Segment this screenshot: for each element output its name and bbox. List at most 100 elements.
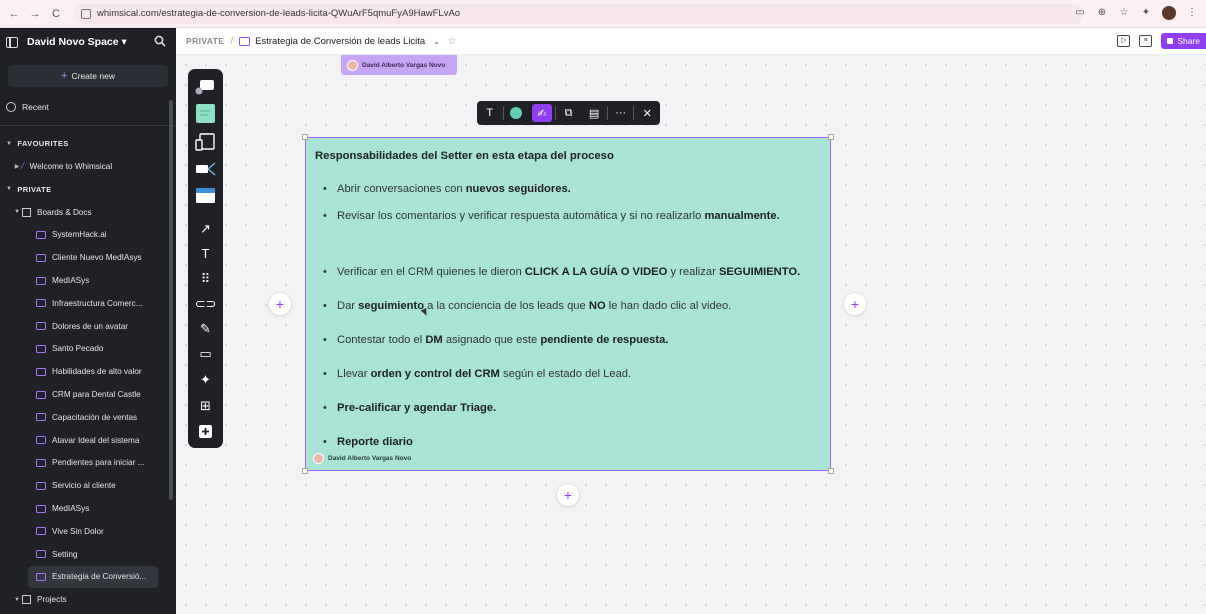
header-actions: ▷ ≡ Share — [1117, 33, 1206, 49]
pen-icon[interactable]: ✎ — [195, 318, 216, 339]
board-icon — [36, 367, 46, 376]
add-below-button[interactable]: + — [556, 483, 580, 507]
add-left-button[interactable]: + — [268, 292, 292, 316]
cast-icon[interactable]: ▭ — [1074, 7, 1086, 19]
bullet-dot: • — [323, 334, 327, 346]
sidebar-item[interactable]: MedIASys — [0, 269, 176, 292]
sidebar: David Novo Space ▾ + Create new Recent ▼… — [0, 28, 176, 614]
sidebar-item[interactable]: Setting — [0, 543, 176, 566]
ai-sparkle-icon[interactable]: ✦ — [195, 369, 216, 390]
bullet-text: Abrir conversaciones con nuevos seguidor… — [337, 181, 571, 198]
sidebar-scrollbar[interactable] — [169, 100, 173, 500]
section-tool-icon[interactable]: ▭ — [195, 343, 216, 364]
sticky-note[interactable]: Responsabilidades del Setter en esta eta… — [302, 134, 834, 474]
sidebar-item[interactable]: SystemHack.ai — [0, 224, 176, 247]
extensions-icon[interactable]: ✦ — [1140, 7, 1152, 19]
caret-down-icon: ▼ — [14, 209, 20, 216]
color-picker-button[interactable] — [504, 101, 530, 125]
sidebar-item-label: Projects — [37, 595, 67, 605]
chevron-down-icon[interactable]: ⌄ — [433, 37, 440, 46]
sidebar-folder-boards-docs[interactable]: ▼ Boards & Docs — [0, 201, 176, 224]
bookmark-star-icon[interactable]: ☆ — [1118, 7, 1130, 19]
sidebar-item-active[interactable]: Estrategia de Conversió... — [28, 565, 158, 589]
arrow-tool-icon[interactable]: ↗ — [195, 218, 216, 239]
sidebar-item-label: Dolores de un avatar — [52, 321, 129, 331]
sidebar-item-recent[interactable]: Recent — [0, 97, 176, 117]
resize-handle[interactable] — [828, 468, 834, 474]
section-favourites[interactable]: ▼ FAVOURITES — [0, 132, 176, 155]
sidebar-item[interactable]: Infraestructura Comerc... — [0, 292, 176, 315]
close-icon[interactable]: ✕ — [634, 101, 660, 125]
bullet-dot: • — [323, 210, 327, 222]
sticky-note-icon[interactable] — [195, 103, 216, 124]
more-options-icon[interactable]: ··· — [608, 101, 634, 125]
wireframe-icon[interactable] — [195, 132, 216, 153]
doc-card-icon[interactable] — [195, 185, 216, 206]
reload-button[interactable]: C — [49, 7, 63, 21]
board-icon — [36, 481, 46, 490]
sidebar-item[interactable]: Habilidades de alto valor — [0, 360, 176, 383]
menu-icon[interactable]: ⋮ — [1186, 7, 1198, 19]
sidebar-item[interactable]: Servicio al cliente — [0, 474, 176, 497]
site-settings-icon[interactable] — [81, 8, 91, 19]
template-tool-icon[interactable] — [195, 76, 216, 97]
sidebar-divider — [0, 125, 176, 126]
bullet-bold-text: pendiente de respuesta. — [540, 334, 669, 346]
board-title[interactable]: Estrategia de Conversión de leads Licita — [255, 36, 425, 47]
bullet-bold-text: nuevos seguidores. — [465, 183, 571, 195]
profile-avatar[interactable] — [1162, 6, 1176, 20]
forward-button[interactable]: → — [28, 7, 42, 21]
sidebar-item[interactable]: Cliente Nuevo MedIAsys — [0, 246, 176, 269]
share-button[interactable]: Share — [1161, 33, 1206, 49]
author-toggle-icon[interactable]: ✍ — [532, 104, 552, 122]
flowchart-icon[interactable] — [195, 159, 216, 180]
address-bar[interactable]: whimsical.com/estrategia-de-conversion-d… — [73, 3, 1083, 24]
sidebar-item-label: Welcome to Whimsical — [29, 161, 113, 171]
search-icon[interactable] — [154, 35, 166, 47]
tool-palette: ↗ T ⠿ ⊂⊃ ✎ ▭ ✦ ⊞ — [188, 69, 223, 448]
board-icon — [36, 413, 46, 422]
board-icon — [239, 36, 251, 46]
browser-bar: ← → C whimsical.com/estrategia-de-conver… — [0, 0, 1206, 28]
wand-icon: ⁄ — [22, 161, 24, 172]
sidebar-item[interactable]: Santo Pecado — [0, 338, 176, 361]
avatar — [313, 453, 324, 464]
link-icon[interactable]: ⊂⊃ — [195, 293, 217, 314]
grid-tool-icon[interactable]: ⠿ — [195, 268, 216, 289]
comment-icon[interactable]: ≡ — [1139, 35, 1153, 47]
sidebar-item[interactable]: Pendientes para iniciar ... — [0, 452, 176, 475]
text-format-icon[interactable]: T — [477, 101, 503, 125]
toggle-sidebar-icon[interactable] — [6, 36, 18, 48]
sidebar-item[interactable]: Vive Sin Dolor — [0, 520, 176, 543]
duplicate-icon[interactable]: ⧉ — [556, 101, 582, 125]
create-new-button[interactable]: + Create new — [8, 65, 168, 87]
sidebar-item[interactable]: MedIASys — [0, 497, 176, 520]
sidebar-item-label: CRM para Dental Castle — [52, 390, 141, 400]
url-text: whimsical.com/estrategia-de-conversion-d… — [97, 8, 461, 19]
browser-actions: ▭ ⊕ ☆ ✦ ⋮ — [1074, 6, 1198, 20]
section-private[interactable]: ▼ PRIVATE — [0, 178, 176, 201]
sidebar-item-welcome[interactable]: ▶ ⁄ Welcome to Whimsical — [0, 155, 176, 178]
resize-handle[interactable] — [302, 468, 308, 474]
board-icon — [36, 550, 46, 559]
breadcrumb-private[interactable]: PRIVATE — [186, 36, 224, 46]
zoom-icon[interactable]: ⊕ — [1096, 7, 1108, 19]
bullet-plain-text: le han dado clic al video. — [605, 300, 732, 312]
resize-handle[interactable] — [828, 134, 834, 140]
star-icon[interactable]: ☆ — [448, 36, 457, 47]
resize-handle[interactable] — [302, 134, 308, 140]
comment-icon[interactable]: ▤ — [581, 101, 607, 125]
add-more-icon[interactable] — [195, 421, 216, 442]
layout-icon[interactable]: ⊞ — [195, 395, 216, 416]
sidebar-item[interactable]: Atavar Ideal del sistema — [0, 429, 176, 452]
present-icon[interactable]: ▷ — [1117, 35, 1131, 47]
add-right-button[interactable]: + — [843, 292, 867, 316]
sidebar-item[interactable]: CRM para Dental Castle — [0, 383, 176, 406]
sidebar-item[interactable]: Capacitación de ventas — [0, 406, 176, 429]
text-tool-icon[interactable]: T — [195, 243, 216, 264]
back-button[interactable]: ← — [7, 7, 21, 21]
sidebar-folder-projects[interactable]: ▼ Projects — [0, 588, 176, 611]
sidebar-item-label: Infraestructura Comerc... — [52, 298, 143, 308]
sidebar-item[interactable]: Dolores de un avatar — [0, 315, 176, 338]
space-name[interactable]: David Novo Space ▾ — [27, 36, 127, 48]
